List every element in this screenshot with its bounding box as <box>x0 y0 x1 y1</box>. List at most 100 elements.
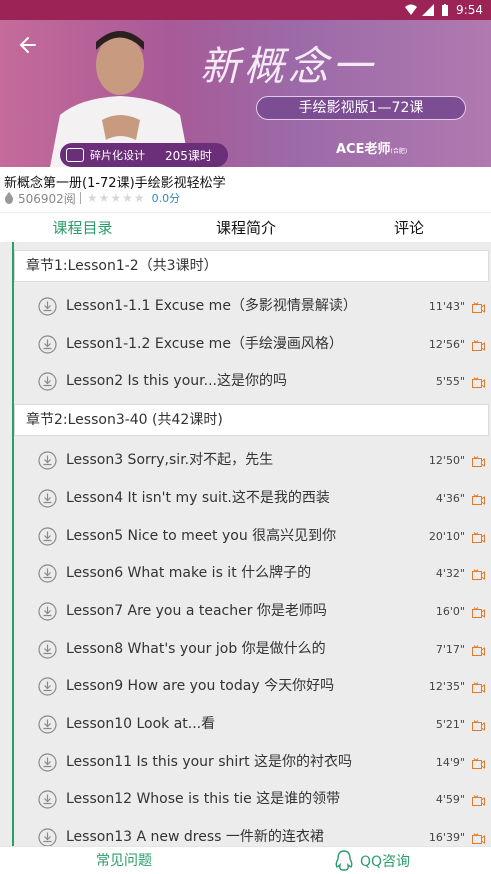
lesson-duration: 7'17" <box>435 642 465 656</box>
download-icon[interactable] <box>38 715 57 734</box>
views-icon <box>4 192 14 204</box>
video-icon <box>472 493 485 505</box>
lesson-row[interactable]: Lesson13 A new dress 一件新的连衣裙 16'39" <box>14 819 489 846</box>
meta-divider <box>79 192 81 204</box>
download-icon[interactable] <box>38 753 57 772</box>
lesson-row[interactable]: Lesson7 Are you a teacher 你是老师吗 16'0" <box>14 593 489 630</box>
rating-stars: ★★★★★ <box>86 191 146 205</box>
lesson-title: Lesson6 What make is it 什么牌子的 <box>66 565 312 582</box>
qq-penguin-icon <box>335 850 353 871</box>
banner-headline: 新概念一 <box>200 44 376 90</box>
banner-teacher: ACE老师(合肥) <box>336 138 407 157</box>
qq-consult-button[interactable]: QQ咨询 <box>334 849 410 873</box>
rating-score: 0.0分 <box>151 192 181 205</box>
lesson-row[interactable]: Lesson2 Is this your...这是你的吗 5'55" <box>14 363 489 400</box>
lesson-duration: 4'59" <box>435 793 465 807</box>
back-arrow-icon[interactable] <box>16 34 38 56</box>
view-count: 506902阅 <box>18 191 76 206</box>
video-icon <box>472 682 485 694</box>
lesson-row[interactable]: Lesson12 Whose is this tie 这是谁的领带 4'59" <box>14 781 489 818</box>
tab-bar: 课程目录 课程简介 评论 <box>0 212 491 242</box>
lesson-row[interactable]: Lesson11 Is this your shirt 这是你的衬衣吗 14'9" <box>14 744 489 781</box>
lesson-row[interactable]: Lesson4 It isn't my suit.这不是我的西装 4'36" <box>14 480 489 517</box>
lesson-title: Lesson4 It isn't my suit.这不是我的西装 <box>66 489 330 506</box>
lesson-row[interactable]: Lesson10 Look at...看 5'21" <box>14 706 489 743</box>
lesson-row[interactable]: Lesson9 How are you today 今天你好吗 12'35" <box>14 668 489 705</box>
lesson-duration: 14'9" <box>435 755 465 769</box>
download-icon[interactable] <box>38 564 57 583</box>
lesson-duration: 12'50" <box>428 454 465 468</box>
video-icon <box>472 339 485 351</box>
download-icon[interactable] <box>38 335 57 354</box>
download-icon[interactable] <box>38 372 57 391</box>
lesson-duration: 16'0" <box>435 604 465 618</box>
lesson-title: Lesson12 Whose is this tie 这是谁的领带 <box>66 791 341 808</box>
video-icon <box>472 569 485 581</box>
lesson-duration: 4'36" <box>435 491 465 505</box>
lesson-row[interactable]: Lesson5 Nice to meet you 很高兴见到你 20'10" <box>14 518 489 555</box>
banner-subtitle: 手绘影视版1—72课 <box>256 96 466 120</box>
chapter-header[interactable]: 章节1:Lesson1-2（共3课时） <box>14 250 489 282</box>
wifi-icon <box>405 4 418 15</box>
video-icon <box>472 644 485 656</box>
banner-teacher-name: ACE老师 <box>336 142 391 157</box>
tab-comments[interactable]: 评论 <box>327 213 491 242</box>
lesson-row[interactable]: Lesson3 Sorry,sir.对不起，先生 12'50" <box>14 442 489 479</box>
video-icon <box>472 833 485 845</box>
download-icon[interactable] <box>38 297 57 316</box>
status-icons: 9:54 <box>405 2 483 18</box>
video-icon <box>472 720 485 731</box>
download-icon[interactable] <box>38 790 57 809</box>
lesson-title: Lesson5 Nice to meet you 很高兴见到你 <box>66 527 337 544</box>
qq-consult-label: QQ咨询 <box>360 854 411 870</box>
lesson-title: Lesson2 Is this your...这是你的吗 <box>66 373 287 390</box>
battery-icon <box>442 4 449 16</box>
download-icon[interactable] <box>38 451 57 470</box>
lesson-duration: 12'56" <box>428 337 465 351</box>
lesson-duration: 12'35" <box>428 680 465 694</box>
lesson-row[interactable]: Lesson1-1.1 Excuse me（多影视情景解读） 11'43" <box>14 288 489 325</box>
signal-icon <box>422 4 435 16</box>
bottom-bar: 常见问题 QQ咨询 <box>0 846 491 874</box>
video-icon <box>472 302 485 313</box>
lesson-title: Lesson8 What's your job 你是做什么的 <box>66 640 326 657</box>
course-banner: 新概念一 手绘影视版1—72课 碎片化设计 205课时 ACE老师(合肥) <box>0 20 491 167</box>
download-icon[interactable] <box>38 489 57 508</box>
video-icon <box>472 757 485 769</box>
lesson-title: Lesson13 A new dress 一件新的连衣裙 <box>66 829 324 846</box>
faq-button[interactable]: 常见问题 <box>96 847 152 874</box>
course-meta: 506902阅 ★★★★★ 0.0分 <box>4 190 180 206</box>
lesson-row[interactable]: Lesson1-1.2 Excuse me（手绘漫画风格） 12'56" <box>14 326 489 363</box>
video-icon <box>472 531 485 543</box>
banner-tag-label: 碎片化设计 <box>90 149 145 162</box>
lesson-title: Lesson1-1.2 Excuse me（手绘漫画风格） <box>66 335 343 352</box>
banner-teacher-note: (合肥) <box>390 148 408 155</box>
download-icon[interactable] <box>38 526 57 546</box>
lesson-title: Lesson11 Is this your shirt 这是你的衬衣吗 <box>66 753 353 770</box>
lesson-title: Lesson9 How are you today 今天你好吗 <box>66 678 335 695</box>
banner-lesson-count: 205课时 <box>165 148 212 163</box>
lesson-duration: 11'43" <box>428 300 465 313</box>
lesson-row[interactable]: Lesson8 What's your job 你是做什么的 7'17" <box>14 631 489 668</box>
download-icon[interactable] <box>38 677 57 696</box>
lesson-duration: 16'39" <box>428 831 465 845</box>
download-icon[interactable] <box>38 828 57 846</box>
lesson-duration: 4'32" <box>435 567 465 581</box>
lesson-title: Lesson7 Are you a teacher 你是老师吗 <box>66 602 327 619</box>
banner-tag: 碎片化设计 205课时 <box>60 143 228 167</box>
lesson-duration: 20'10" <box>428 529 465 543</box>
tab-catalog[interactable]: 课程目录 <box>0 213 165 242</box>
tab-intro[interactable]: 课程简介 <box>165 213 327 242</box>
lesson-row[interactable]: Lesson6 What make is it 什么牌子的 4'32" <box>14 555 489 592</box>
chapter-header[interactable]: 章节2:Lesson3-40 (共42课时) <box>14 404 489 437</box>
status-bar: 9:54 <box>0 0 491 20</box>
download-icon[interactable] <box>38 639 57 659</box>
lesson-list[interactable]: 章节1:Lesson1-2（共3课时） Lesson1-1.1 Excuse me… <box>0 242 491 846</box>
download-icon[interactable] <box>38 602 57 621</box>
video-icon <box>472 795 485 807</box>
lesson-duration: 5'55" <box>435 375 465 389</box>
lesson-title: Lesson3 Sorry,sir.对不起，先生 <box>66 452 274 469</box>
video-icon <box>472 377 485 389</box>
lesson-duration: 5'21" <box>435 718 465 731</box>
video-icon <box>472 607 485 618</box>
